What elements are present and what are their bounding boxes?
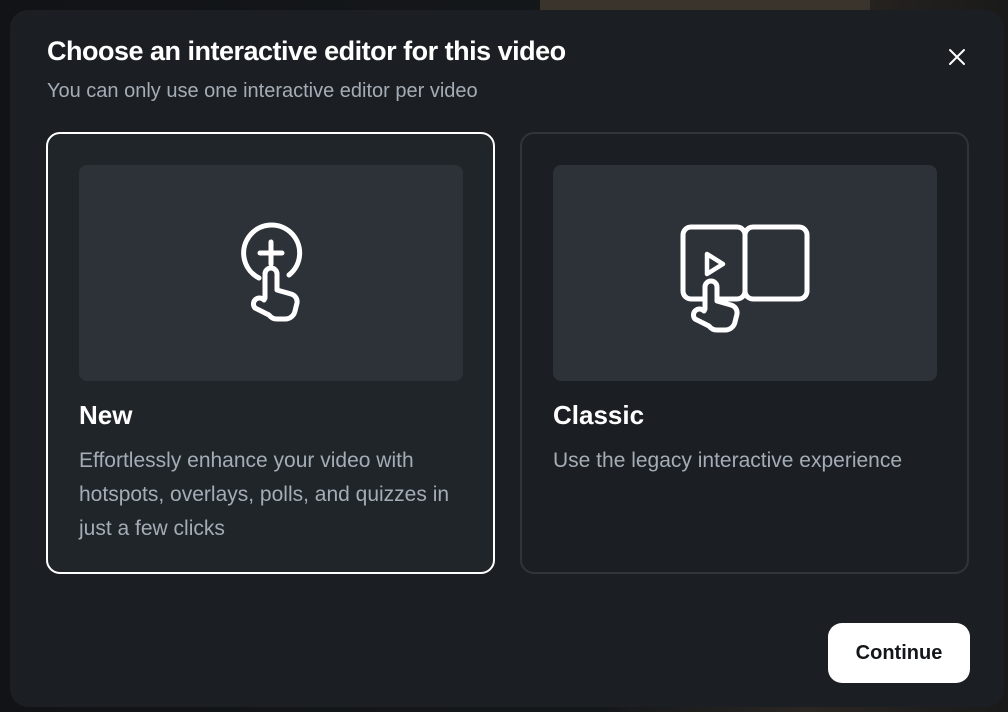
option-title-classic: Classic <box>553 400 645 430</box>
dialog-subtitle: You can only use one interactive editor … <box>47 80 478 102</box>
dialog-title: Choose an interactive editor for this vi… <box>47 36 566 66</box>
option-card-new[interactable]: New Effortlessly enhance your video with… <box>46 132 495 574</box>
video-panel-tap-icon <box>680 224 810 333</box>
option-preview-classic <box>553 165 937 381</box>
option-preview-new <box>79 165 463 381</box>
continue-button[interactable]: Continue <box>828 623 970 683</box>
close-button[interactable] <box>942 42 972 72</box>
option-title-new: New <box>79 400 133 430</box>
close-icon <box>949 49 965 65</box>
editor-choice-dialog: Choose an interactive editor for this vi… <box>10 10 1004 707</box>
add-tap-icon <box>241 222 303 322</box>
option-description-classic: Use the legacy interactive experience <box>553 449 903 472</box>
option-description-new: Effortlessly enhance your video with hot… <box>79 449 450 540</box>
option-card-classic[interactable]: Classic Use the legacy interactive exper… <box>520 132 969 574</box>
